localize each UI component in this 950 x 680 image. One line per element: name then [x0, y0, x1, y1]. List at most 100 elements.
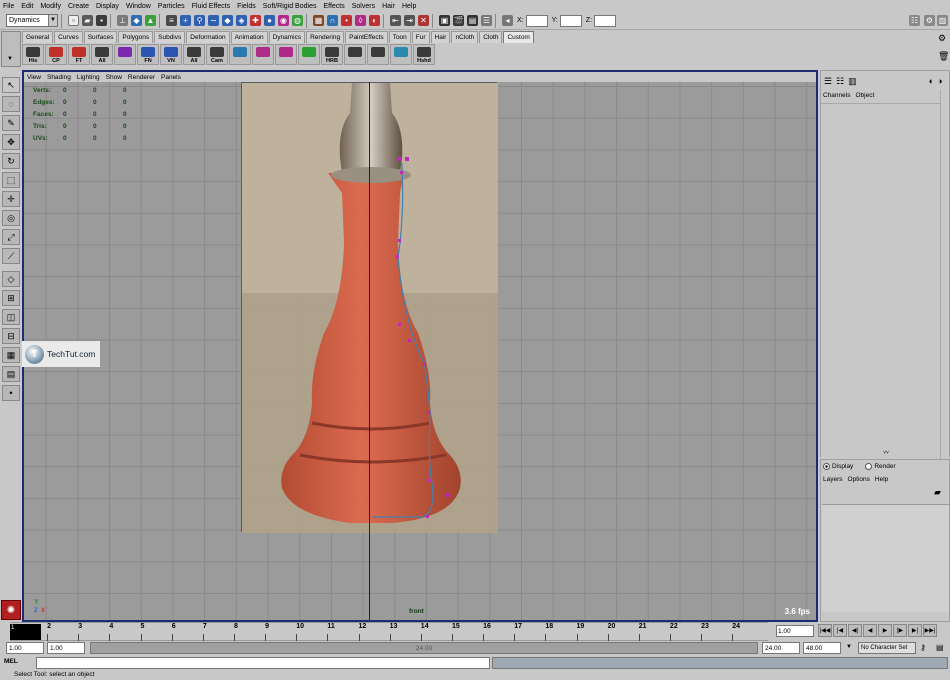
command-language-label[interactable]: MEL: [4, 658, 18, 665]
show-tool-settings-icon[interactable]: ⚙: [924, 15, 935, 26]
persp-outliner-layout-icon[interactable]: ◫: [2, 309, 20, 325]
snap-point-icon[interactable]: •: [341, 15, 352, 26]
animation-prefs-icon[interactable]: ▤: [936, 643, 944, 652]
x-field[interactable]: [525, 14, 548, 27]
panel-menu-show[interactable]: Show: [106, 74, 122, 81]
shelf-tab-deformation[interactable]: Deformation: [186, 31, 230, 43]
joint-mask-icon[interactable]: ⚲: [194, 15, 205, 26]
shelf-button-17[interactable]: [390, 44, 412, 65]
render-view-icon[interactable]: ▣: [439, 15, 450, 26]
auto-key-icon[interactable]: ⚷: [920, 643, 926, 652]
universal-manipulator-icon[interactable]: ✛: [2, 191, 20, 207]
soft-modification-icon[interactable]: ◎: [2, 210, 20, 226]
panel-menu-lighting[interactable]: Lighting: [77, 74, 100, 81]
panel-menu-view[interactable]: View: [27, 74, 41, 81]
menu-help[interactable]: Help: [402, 3, 416, 10]
single-perspective-layout-icon[interactable]: ◇: [2, 271, 20, 287]
menu-create[interactable]: Create: [68, 3, 89, 10]
last-tool-icon[interactable]: ⟋: [2, 248, 20, 264]
animation-start-field[interactable]: 1.00: [6, 642, 44, 654]
select-component-icon[interactable]: ▲: [145, 15, 156, 26]
show-attribute-editor-icon[interactable]: ☷: [909, 15, 920, 26]
shelf-tab-dynamics[interactable]: Dynamics: [268, 31, 306, 43]
display-radio[interactable]: [823, 463, 830, 470]
shelf-tab-custom[interactable]: Custom: [503, 31, 534, 43]
go-to-end-icon[interactable]: ▶▶|: [923, 624, 937, 637]
lock-selection-icon[interactable]: ◍: [292, 15, 303, 26]
settings-icon[interactable]: ◑: [937, 76, 942, 86]
select-hierarchy-icon[interactable]: ⊥: [117, 15, 128, 26]
shelf-tab-surfaces[interactable]: Surfaces: [83, 31, 118, 43]
new-scene-icon[interactable]: ▫: [68, 15, 79, 26]
shelf-button-13[interactable]: [298, 44, 320, 65]
time-slider[interactable]: 1 2 3 4 5 6 7 8 9 10 11 12 13 14 15 16 17 18 19 20 21 22 23 24…: [0, 622, 950, 641]
create-layer-icon[interactable]: ▰: [934, 487, 941, 498]
four-view-layout-icon[interactable]: ⊞: [2, 290, 20, 306]
deform-mask-icon[interactable]: ◈: [236, 15, 247, 26]
select-tool-icon[interactable]: ↖: [2, 77, 20, 93]
render-frame-icon[interactable]: 🎬: [453, 15, 464, 26]
shelf-tab-subdivs[interactable]: Subdivs: [154, 31, 186, 43]
show-channel-box-icon[interactable]: ▥: [937, 15, 948, 26]
snap-grid-icon[interactable]: ▦: [313, 15, 324, 26]
persp-graph-layout-icon[interactable]: ⊟: [2, 328, 20, 344]
animation-end-field[interactable]: 48.00: [803, 642, 841, 654]
open-scene-icon[interactable]: ▰: [82, 15, 93, 26]
menu-effects[interactable]: Effects: [323, 3, 344, 10]
render-settings-icon[interactable]: ☰: [481, 15, 492, 26]
shelf-button-1[interactable]: His: [22, 44, 44, 65]
playback-start-field[interactable]: 1.00: [47, 642, 85, 654]
shelf-button-6[interactable]: FN: [137, 44, 159, 65]
shelf-tab-animation[interactable]: Animation: [230, 31, 268, 43]
shelf-options-icon[interactable]: ⚙: [938, 33, 946, 44]
menu-soft-rigid-bodies[interactable]: Soft/Rigid Bodies: [263, 3, 317, 10]
menu-fields[interactable]: Fields: [237, 3, 256, 10]
menu-fluid-effects[interactable]: Fluid Effects: [192, 3, 230, 10]
shelf-button-2[interactable]: CP: [45, 44, 67, 65]
show-manipulator-icon[interactable]: ⤢: [2, 229, 20, 245]
panel-menu-panels[interactable]: Panels: [161, 74, 181, 81]
save-scene-icon[interactable]: ▪: [96, 15, 107, 26]
render-radio[interactable]: [865, 463, 873, 470]
shelf-button-4[interactable]: All: [91, 44, 113, 65]
shelf-trash-icon[interactable]: 🗑: [938, 51, 949, 62]
front-view-grid[interactable]: Verts: 0 0 0 Edges: 0 0 0 Faces: 0 0 0 Tris: 0 0 0 UVs: 0…: [24, 82, 816, 620]
combined-view-icon[interactable]: ▥: [848, 76, 857, 87]
shelf-tab-toon[interactable]: Toon: [388, 31, 411, 43]
ipr-render-icon[interactable]: ▤: [467, 15, 478, 26]
channel-box-icon[interactable]: ☰: [824, 76, 832, 87]
channel-box-menu-channels[interactable]: Channels: [823, 92, 850, 102]
output-history-icon[interactable]: ⇥: [404, 15, 415, 26]
shelf-button-15[interactable]: [344, 44, 366, 65]
menuset-dropdown[interactable]: Dynamics ▼: [6, 14, 58, 27]
layer-editor-icon[interactable]: ☷: [836, 76, 844, 87]
current-frame-marker[interactable]: 1: [10, 624, 41, 640]
step-forward-key-icon[interactable]: |▶: [893, 624, 907, 637]
handle-mask-icon[interactable]: +: [180, 15, 191, 26]
go-to-start-icon[interactable]: |◀◀: [818, 624, 832, 637]
shelf-button-12[interactable]: [275, 44, 297, 65]
shelf-tab-rendering[interactable]: Rendering: [306, 31, 345, 43]
dynamic-mask-icon[interactable]: ✚: [250, 15, 261, 26]
layer-menu-help[interactable]: Help: [875, 476, 888, 483]
outliner-layout-icon[interactable]: ▤: [2, 366, 20, 382]
character-set-dropdown[interactable]: No Character Set: [858, 642, 916, 654]
menu-solvers[interactable]: Solvers: [352, 3, 375, 10]
time-ruler[interactable]: 1 2 3 4 5 6 7 8 9 10 11 12 13 14 15 16 17 18 19 20 21 22 23 24: [10, 622, 768, 641]
step-back-key-icon[interactable]: ◀|: [848, 624, 862, 637]
channel-box-menu-object[interactable]: Object: [855, 92, 874, 102]
lasso-tool-icon[interactable]: ◌: [2, 96, 20, 112]
misc-mask-icon[interactable]: ◉: [278, 15, 289, 26]
menu-window[interactable]: Window: [126, 3, 151, 10]
menu-hair[interactable]: Hair: [382, 3, 395, 10]
layer-menu-options[interactable]: Options: [848, 476, 870, 483]
chevron-down-icon[interactable]: ˅˅: [851, 450, 921, 456]
menu-file[interactable]: File: [3, 3, 14, 10]
shelf-tab-polygons[interactable]: Polygons: [118, 31, 154, 43]
surface-mask-icon[interactable]: ◆: [222, 15, 233, 26]
shelf-tab-ncloth[interactable]: nCloth: [451, 31, 479, 43]
hypershade-layout-icon[interactable]: ▦: [2, 347, 20, 363]
shelf-button-10[interactable]: [229, 44, 251, 65]
panel-menu-renderer[interactable]: Renderer: [128, 74, 155, 81]
display-toggle-icon[interactable]: ◐: [929, 76, 934, 86]
